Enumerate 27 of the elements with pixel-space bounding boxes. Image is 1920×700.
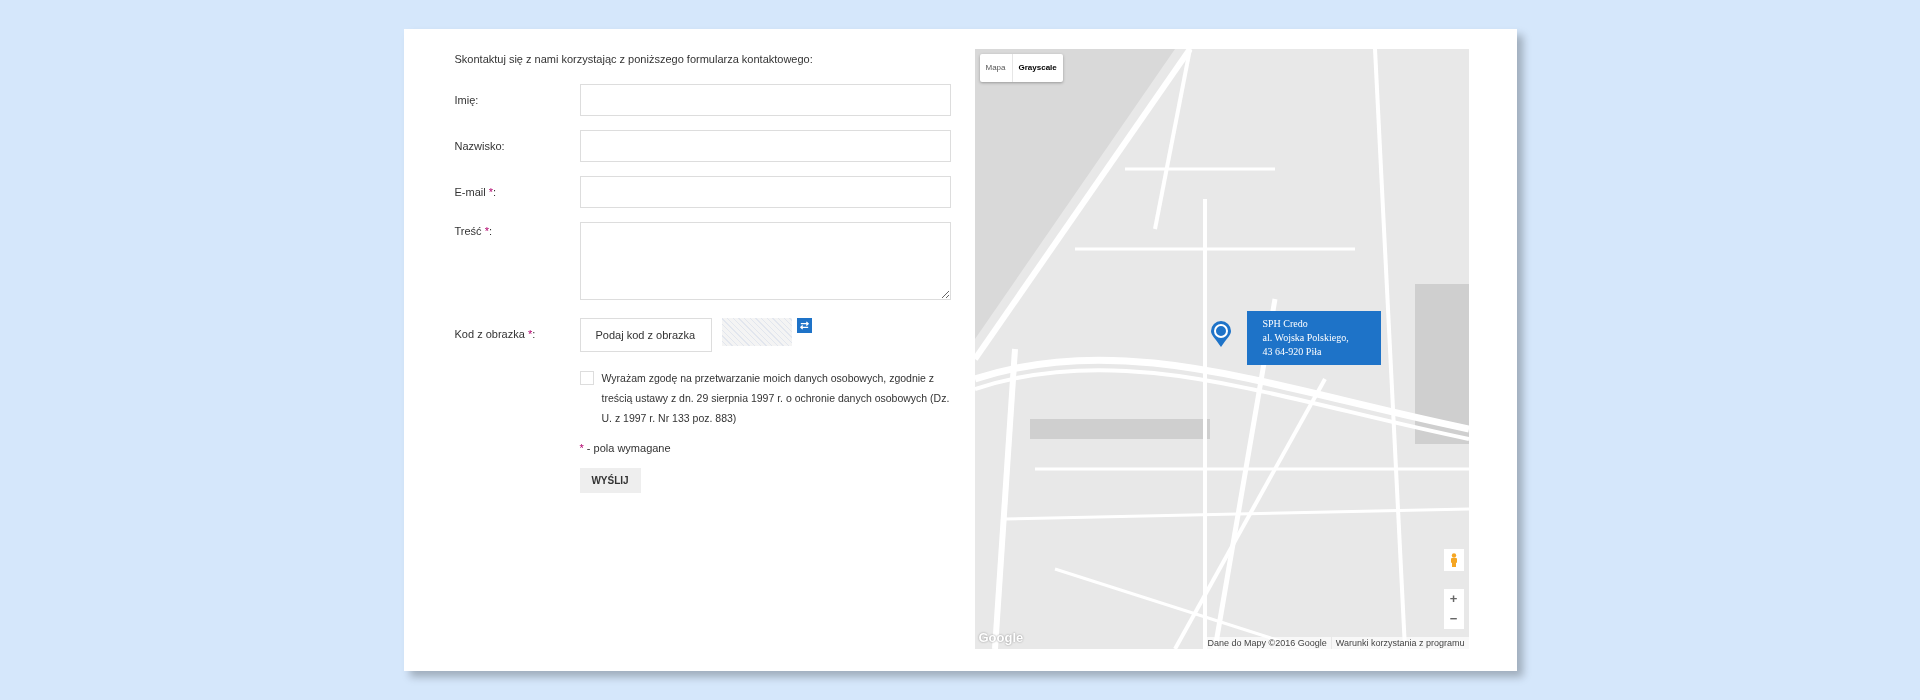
- zoom-button[interactable]: +: [1443, 589, 1464, 609]
- text-input[interactable]: [579, 84, 951, 116]
- consent-checkbox[interactable]: [579, 371, 594, 385]
- map-marker-icon[interactable]: [1210, 321, 1231, 347]
- message-textarea[interactable]: [579, 222, 951, 300]
- pegman-icon[interactable]: [1443, 549, 1464, 571]
- required-note: * - pola wymagane: [579, 441, 672, 456]
- refresh-icon[interactable]: [796, 318, 812, 333]
- field-label: Treść *:: [454, 224, 493, 239]
- field-label: Imię:: [454, 93, 480, 108]
- info-text: al. Wojska Polskiego,: [1262, 331, 1350, 345]
- field-label: Nazwisko:: [454, 139, 506, 154]
- map-type-button[interactable]: Mapa: [979, 54, 1012, 82]
- submit-button[interactable]: WYŚLIJ: [579, 468, 641, 493]
- text-input[interactable]: [579, 176, 951, 208]
- terms-link[interactable]: Warunki korzystania z programu: [1331, 637, 1469, 649]
- zoom-button[interactable]: −: [1443, 609, 1464, 629]
- info-text: SPH Credo: [1262, 317, 1309, 331]
- form-intro: Skontaktuj się z nami korzystając z poniższego formularza kontaktowego:: [454, 52, 814, 67]
- captcha-input[interactable]: Podaj kod z obrazka: [579, 318, 712, 352]
- info-text: 43 64-920 Piła: [1262, 345, 1323, 359]
- map-type-button[interactable]: Grayscale: [1011, 54, 1063, 82]
- field-label: E-mail *:: [454, 185, 498, 200]
- consent-text: Wyrażam zgodę na przetwarzanie moich danych osobowych, zgodnie z treścią ustawy z dn. 29 sierpnia 1997 r. o ochronie danych osobowych (Dz. U. z 1997 r. Nr 133 poz. 883): [601, 371, 951, 426]
- text-input[interactable]: [579, 130, 951, 162]
- captcha-image: [721, 318, 792, 346]
- field-label: Kod z obrazka *:: [454, 327, 537, 342]
